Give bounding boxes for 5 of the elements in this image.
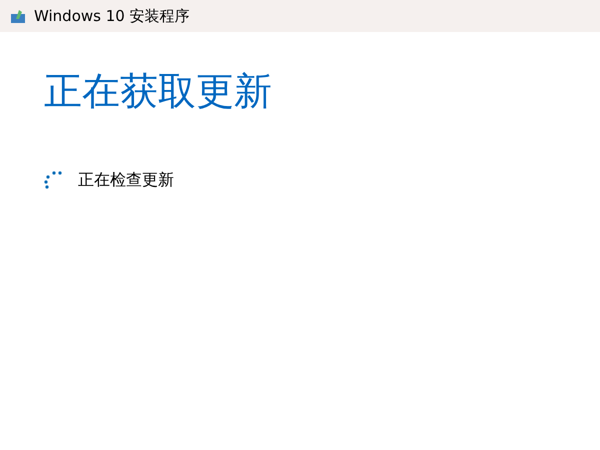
page-heading: 正在获取更新	[44, 72, 273, 110]
status-text: 正在检查更新	[78, 169, 174, 191]
spinner-icon	[44, 171, 62, 189]
window-title: Windows 10 安装程序	[34, 6, 190, 27]
installer-icon	[10, 9, 26, 23]
